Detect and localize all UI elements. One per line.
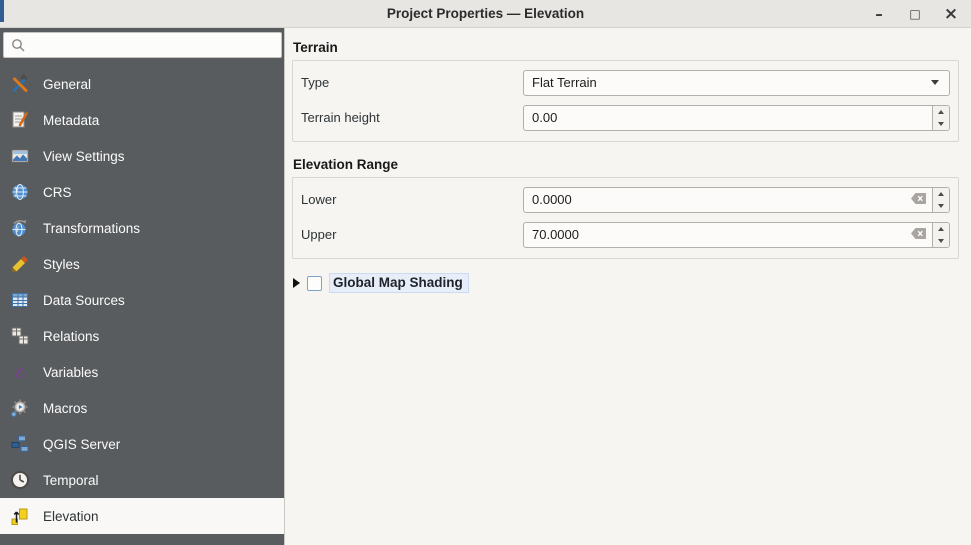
terrain-type-value: Flat Terrain xyxy=(532,75,931,90)
window-controls: – □ × xyxy=(865,0,965,28)
search-input[interactable] xyxy=(31,38,274,53)
sidebar-item-label: Variables xyxy=(43,365,98,380)
sidebar-item-label: View Settings xyxy=(43,149,125,164)
variables-icon: ε xyxy=(10,362,30,382)
sidebar-item-label: QGIS Server xyxy=(43,437,120,452)
sidebar-item-label: Styles xyxy=(43,257,80,272)
lower-spinner xyxy=(932,188,949,212)
sidebar-item-label: Metadata xyxy=(43,113,99,128)
crs-icon xyxy=(10,182,30,202)
metadata-icon xyxy=(10,110,30,130)
clear-icon xyxy=(911,227,926,242)
data-sources-icon xyxy=(10,290,30,310)
lower-input[interactable] xyxy=(524,188,905,212)
sidebar-item-label: Transformations xyxy=(43,221,140,236)
transformations-icon xyxy=(10,218,30,238)
spin-up-button[interactable] xyxy=(933,188,949,200)
lower-spinbox xyxy=(523,187,950,213)
global-map-shading-label[interactable]: Global Map Shading xyxy=(329,273,469,293)
upper-spinbox xyxy=(523,222,950,248)
upper-spinner xyxy=(932,223,949,247)
content-pane: Terrain Type Flat Terrain Terrain height… xyxy=(285,28,971,545)
sidebar-item-styles[interactable]: Styles xyxy=(0,246,284,282)
sidebar: General Metadata View Settings CRS Transform… xyxy=(0,28,285,545)
sidebar-item-elevation[interactable]: Elevation xyxy=(0,498,284,534)
svg-text:ε: ε xyxy=(15,363,24,383)
triangle-down-icon xyxy=(938,239,944,243)
spin-up-button[interactable] xyxy=(933,106,949,118)
chevron-down-icon xyxy=(931,80,939,85)
sidebar-item-label: Elevation xyxy=(43,509,99,524)
clear-icon xyxy=(911,192,926,207)
sidebar-search[interactable] xyxy=(3,32,282,58)
sidebar-item-label: General xyxy=(43,77,91,92)
lower-clear-button[interactable] xyxy=(905,188,932,212)
global-map-shading-row: Global Map Shading xyxy=(293,272,959,294)
spin-up-button[interactable] xyxy=(933,223,949,235)
global-map-shading-checkbox[interactable] xyxy=(307,276,322,291)
sidebar-item-temporal[interactable]: Temporal xyxy=(0,462,284,498)
window-edge-accent xyxy=(0,0,4,22)
sidebar-item-macros[interactable]: Macros xyxy=(0,390,284,426)
terrain-height-row: Terrain height xyxy=(301,100,950,135)
spin-down-button[interactable] xyxy=(933,118,949,130)
sidebar-item-label: Data Sources xyxy=(43,293,125,308)
sidebar-item-relations[interactable]: Relations xyxy=(0,318,284,354)
terrain-height-label: Terrain height xyxy=(301,110,523,125)
sidebar-item-label: Relations xyxy=(43,329,99,344)
terrain-type-combobox[interactable]: Flat Terrain xyxy=(523,70,950,96)
expander-triangle-icon[interactable] xyxy=(293,278,300,288)
spin-down-button[interactable] xyxy=(933,235,949,247)
sidebar-item-general[interactable]: General xyxy=(0,66,284,102)
upper-label: Upper xyxy=(301,227,523,242)
triangle-up-icon xyxy=(938,227,944,231)
sidebar-item-label: CRS xyxy=(43,185,72,200)
elevation-range-section-header: Elevation Range xyxy=(293,155,959,174)
sidebar-item-crs[interactable]: CRS xyxy=(0,174,284,210)
sidebar-item-variables[interactable]: ε Variables xyxy=(0,354,284,390)
sidebar-item-metadata[interactable]: Metadata xyxy=(0,102,284,138)
sidebar-item-data-sources[interactable]: Data Sources xyxy=(0,282,284,318)
terrain-section-header: Terrain xyxy=(293,38,959,57)
lower-row: Lower xyxy=(301,182,950,217)
sidebar-item-view-settings[interactable]: View Settings xyxy=(0,138,284,174)
macros-icon xyxy=(10,398,30,418)
maximize-button[interactable]: □ xyxy=(901,2,929,26)
view-settings-icon xyxy=(10,146,30,166)
styles-icon xyxy=(10,254,30,274)
triangle-up-icon xyxy=(938,192,944,196)
close-button[interactable]: × xyxy=(937,2,965,26)
window-title: Project Properties — Elevation xyxy=(0,0,971,28)
titlebar: Project Properties — Elevation – □ × xyxy=(0,0,971,28)
sidebar-item-qgis-server[interactable]: QGIS Server xyxy=(0,426,284,462)
sidebar-item-label: Temporal xyxy=(43,473,99,488)
elevation-range-group: Lower Upper xyxy=(292,177,959,259)
elevation-icon xyxy=(10,506,30,526)
upper-input[interactable] xyxy=(524,223,905,247)
spin-down-button[interactable] xyxy=(933,200,949,212)
terrain-type-row: Type Flat Terrain xyxy=(301,65,950,100)
sidebar-nav: General Metadata View Settings CRS Transform… xyxy=(0,66,284,534)
sidebar-item-label: Macros xyxy=(43,401,87,416)
temporal-icon xyxy=(10,470,30,490)
minimize-button[interactable]: – xyxy=(865,2,893,26)
search-icon xyxy=(11,35,25,55)
upper-clear-button[interactable] xyxy=(905,223,932,247)
terrain-type-label: Type xyxy=(301,75,523,90)
relations-icon xyxy=(10,326,30,346)
triangle-down-icon xyxy=(938,122,944,126)
general-icon xyxy=(10,74,30,94)
terrain-height-input[interactable] xyxy=(524,106,932,130)
lower-label: Lower xyxy=(301,192,523,207)
upper-row: Upper xyxy=(301,217,950,252)
sidebar-item-transformations[interactable]: Transformations xyxy=(0,210,284,246)
triangle-down-icon xyxy=(938,204,944,208)
terrain-group: Type Flat Terrain Terrain height xyxy=(292,60,959,142)
terrain-height-spinbox xyxy=(523,105,950,131)
triangle-up-icon xyxy=(938,110,944,114)
terrain-height-spinner xyxy=(932,106,949,130)
qgis-server-icon xyxy=(10,434,30,454)
